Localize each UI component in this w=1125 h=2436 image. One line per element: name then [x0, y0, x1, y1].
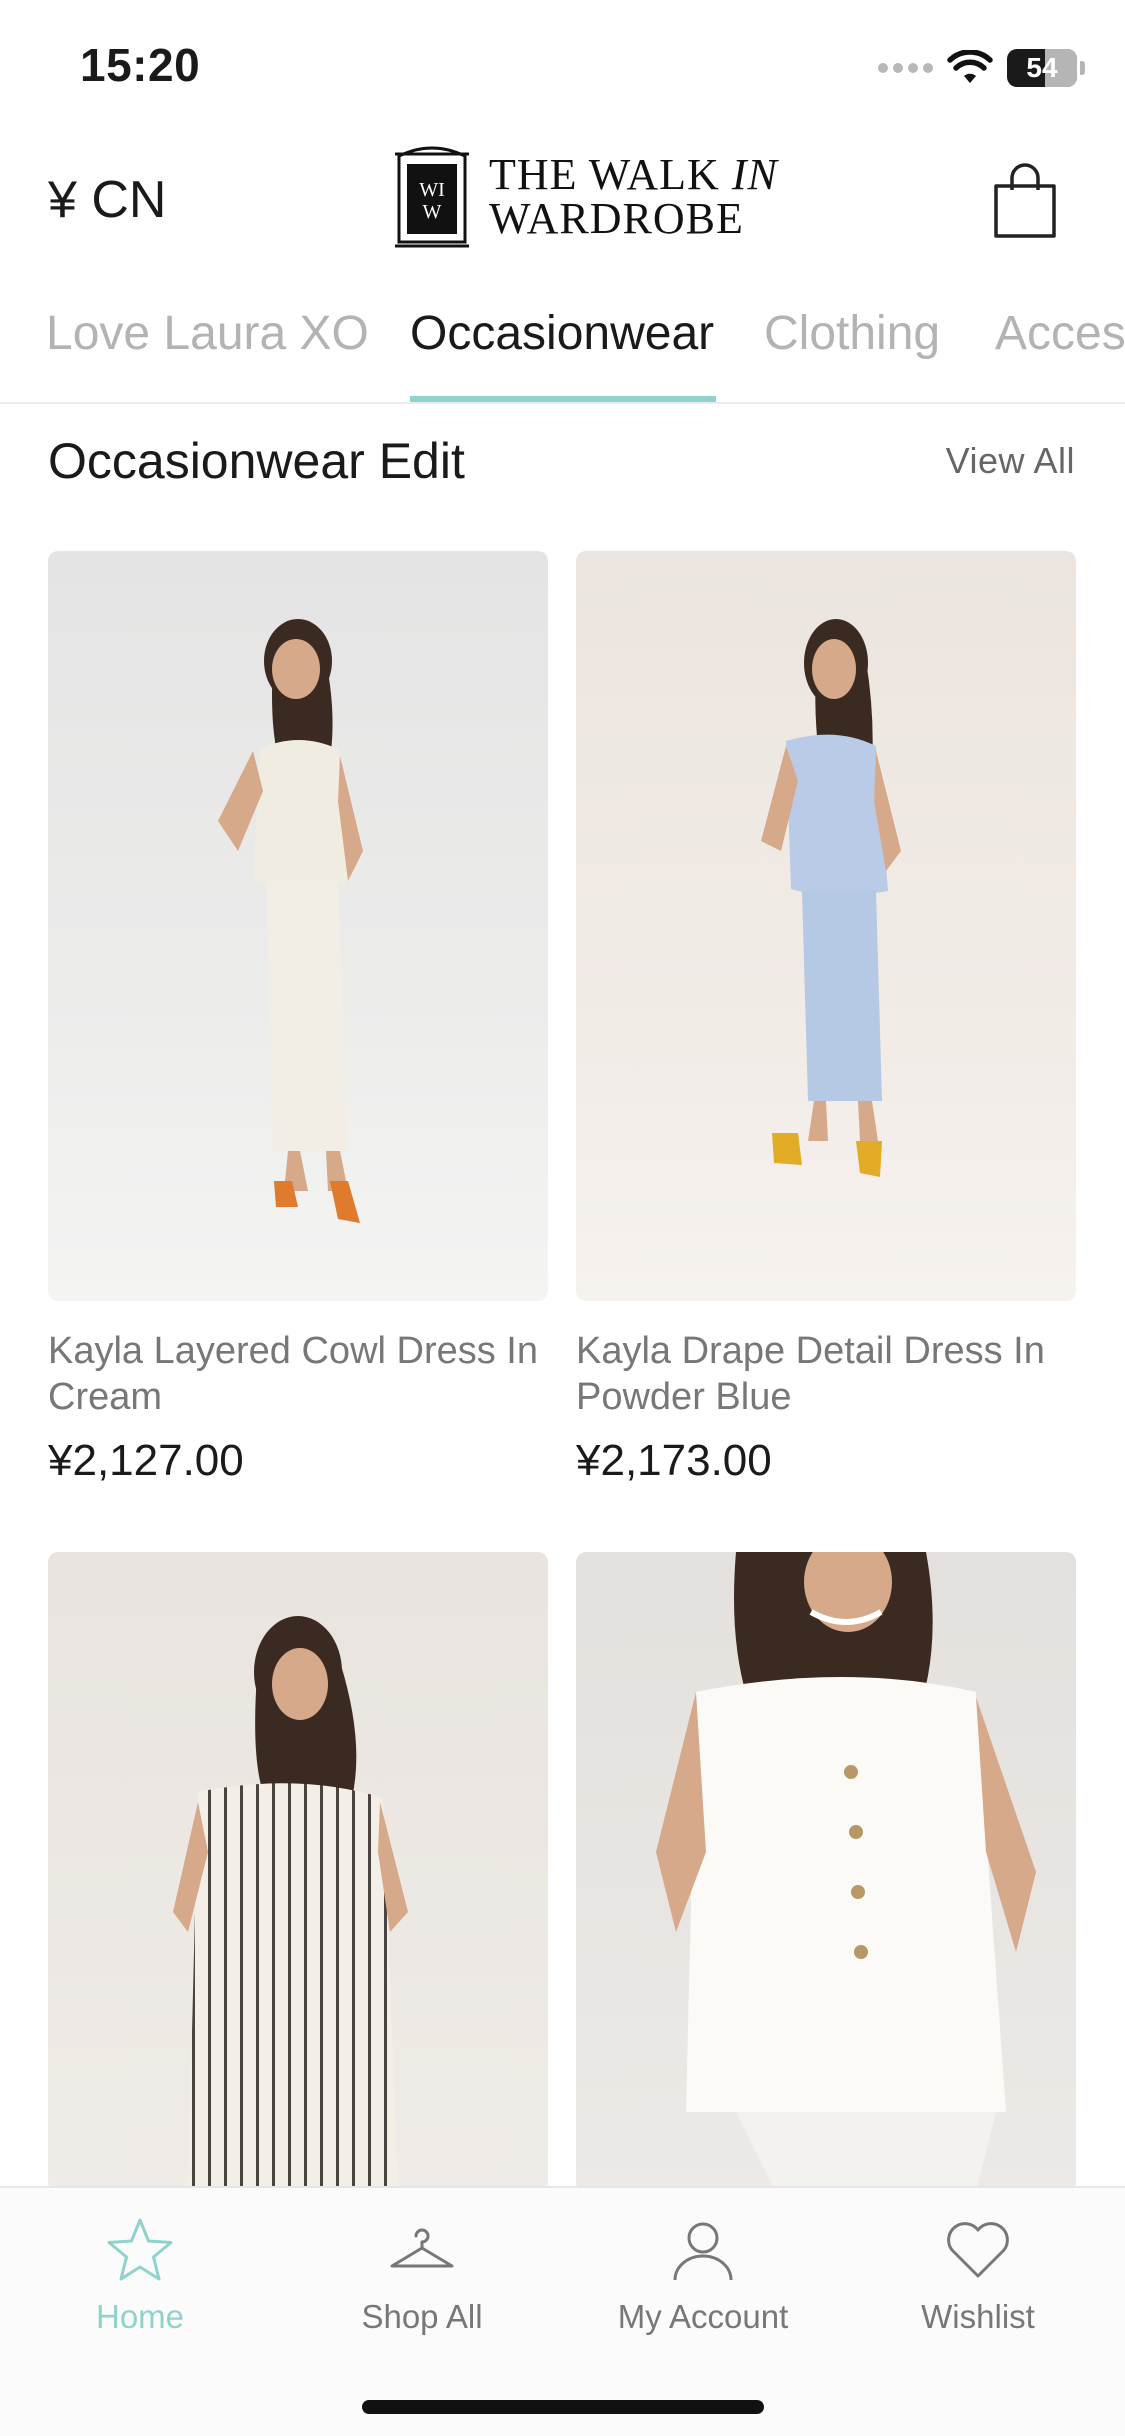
product-price: ¥2,127.00 — [48, 1436, 244, 1485]
product-image[interactable] — [48, 1552, 548, 2192]
product-photo-cream-dress — [218, 619, 363, 1223]
tab-clothing[interactable]: Clothing — [764, 306, 940, 361]
tab-label: Shop All — [361, 2298, 483, 2335]
tab-shop-all[interactable]: Shop All — [302, 2214, 542, 2336]
tab-label: My Account — [617, 2298, 789, 2335]
app-screen: 15:20 54 ¥ CN WI W THE WALK IN WARDROBE … — [0, 0, 1125, 2436]
cellular-signal-icon — [878, 63, 933, 73]
tab-label: Wishlist — [921, 2298, 1035, 2335]
status-indicators: 54 — [878, 46, 1085, 90]
active-tab-indicator — [410, 396, 716, 402]
product-image[interactable] — [576, 1552, 1076, 2192]
product-name[interactable]: Kayla Layered Cowl Dress In Cream — [48, 1328, 568, 1420]
product-photo-powder-blue-dress — [761, 619, 901, 1177]
heart-icon — [947, 2222, 1009, 2278]
tab-occasionwear[interactable]: Occasionwear — [410, 306, 714, 361]
product-photo-white-waistcoat — [656, 1552, 1036, 2192]
product-image[interactable] — [48, 551, 548, 1301]
tab-my-account[interactable]: My Account — [583, 2214, 823, 2336]
home-indicator[interactable] — [362, 2400, 764, 2414]
tab-accessories[interactable]: Accessories — [995, 306, 1125, 361]
status-bar: 15:20 54 — [0, 0, 1125, 130]
product-name[interactable]: Kayla Drape Detail Dress In Powder Blue — [576, 1328, 1096, 1420]
section-title: Occasionwear Edit — [48, 433, 465, 489]
svg-text:W: W — [423, 201, 442, 223]
tab-label: Home — [95, 2298, 185, 2335]
status-time: 15:20 — [80, 39, 201, 91]
wifi-icon — [947, 50, 993, 83]
tab-love-laura-xo[interactable]: Love Laura XO — [46, 306, 369, 361]
currency-selector[interactable]: ¥ CN — [48, 170, 166, 230]
view-all-link[interactable]: View All — [946, 440, 1075, 482]
hanger-icon — [390, 2228, 454, 2268]
bottom-tab-bar: Home Shop All My Account Wishlist — [0, 2186, 1125, 2436]
battery-level: 54 — [1026, 52, 1058, 83]
logo-monogram-icon: WI W — [395, 146, 469, 248]
star-icon — [107, 2218, 173, 2281]
app-header: ¥ CN WI W THE WALK IN WARDROBE — [0, 130, 1125, 280]
shopping-bag-icon[interactable] — [990, 160, 1060, 240]
product-image[interactable] — [576, 551, 1076, 1301]
svg-text:WI: WI — [419, 179, 445, 201]
tab-wishlist[interactable]: Wishlist — [858, 2214, 1098, 2336]
product-photo-striped-waistcoat — [173, 1616, 408, 2192]
product-price: ¥2,173.00 — [576, 1436, 772, 1485]
tab-home[interactable]: Home — [20, 2214, 260, 2336]
brand-logo[interactable]: WI W THE WALK IN WARDROBE — [393, 142, 778, 252]
battery-icon: 54 — [1007, 49, 1085, 87]
category-tabs: Love Laura XO Occasionwear Clothing Acce… — [0, 280, 1125, 404]
logo-wordmark: THE WALK IN WARDROBE — [489, 150, 778, 243]
person-icon — [673, 2222, 733, 2281]
